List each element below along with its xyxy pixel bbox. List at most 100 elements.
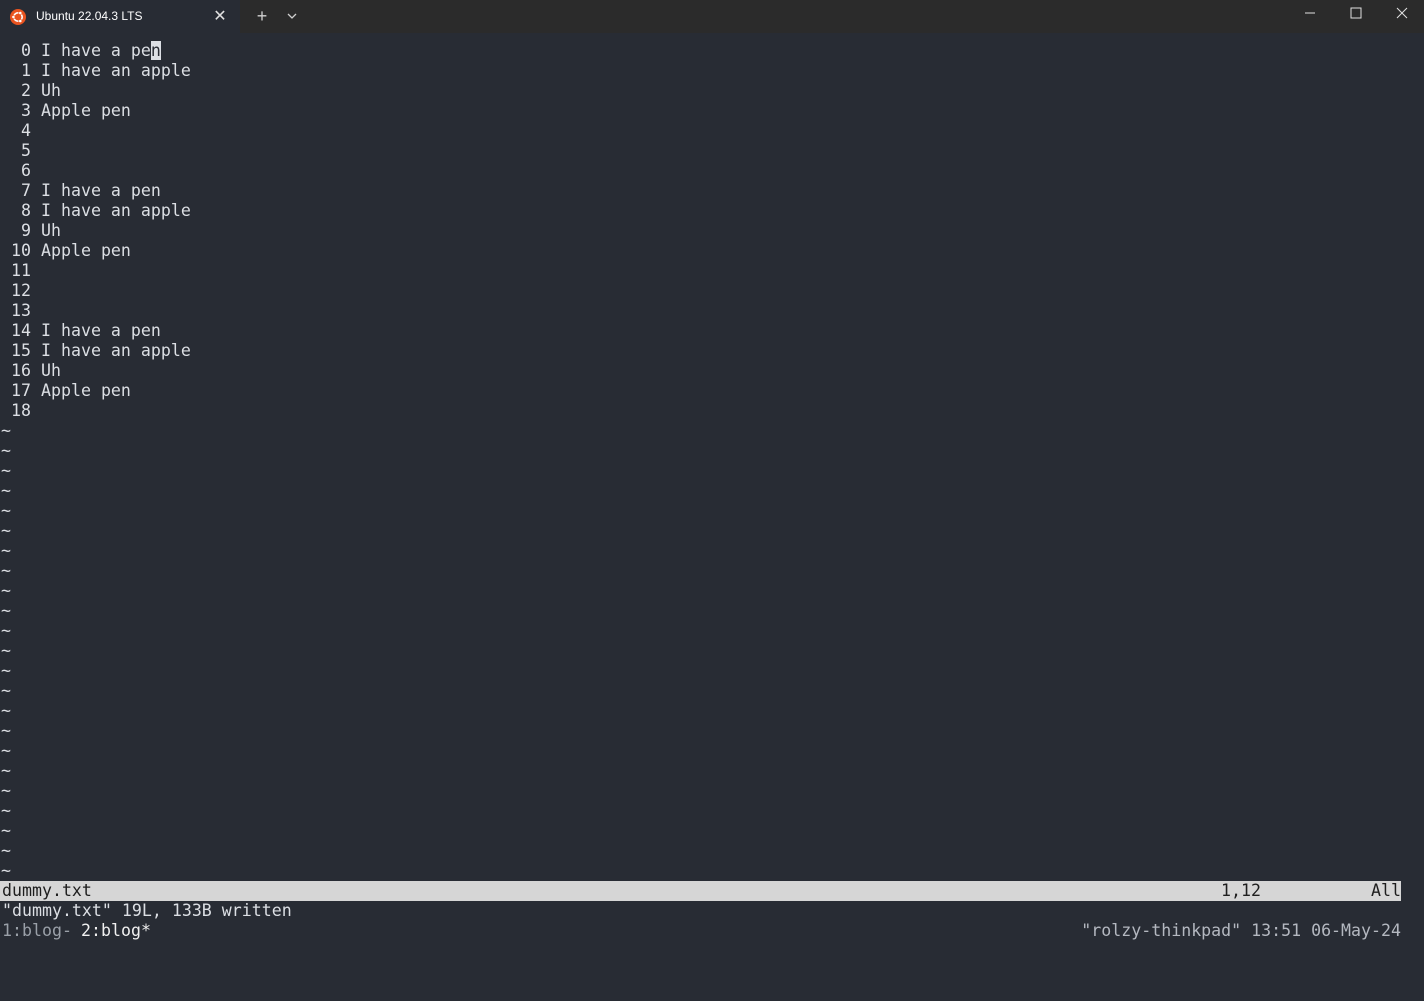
empty-line-tilde: ~ [1,681,11,700]
line-content: I have a pe [41,41,151,60]
buffer-line[interactable]: 9 Uh [0,221,1424,241]
line-number: 12 [11,281,31,300]
line-text: Apple pen [41,381,131,401]
buffer-line[interactable]: 1 I have an apple [0,61,1424,81]
maximize-icon[interactable] [1333,0,1379,30]
line-text: Apple pen [41,241,131,261]
vim-command-line[interactable]: "dummy.txt" 19L, 133B written [2,901,292,921]
line-number: 4 [21,121,31,140]
empty-line-tilde: ~ [1,621,11,640]
buffer-line[interactable]: 18 [0,401,1424,421]
line-number: 10 [11,241,31,260]
buffer-line[interactable]: 12 [0,281,1424,301]
vim-buffer[interactable]: 0 I have a pen 1 I have an apple 2 Uh 3 Apple p… [0,41,1424,881]
buffer-line[interactable]: 6 [0,161,1424,181]
line-number: 17 [11,381,31,400]
empty-line-tilde: ~ [1,521,11,540]
buffer-line[interactable]: 3 Apple pen [0,101,1424,121]
line-number: 5 [21,141,31,160]
line-number: 16 [11,361,31,380]
empty-line-tilde: ~ [1,441,11,460]
line-text: Uh [41,221,61,241]
status-scroll-indicator: All [1371,881,1401,900]
tmux-window-1[interactable]: 1:blog- [2,921,72,941]
window-titlebar: Ubuntu 22.04.3 LTS ✕ + [0,0,1424,33]
empty-line-tilde: ~ [1,581,11,600]
empty-line-tilde: ~ [1,741,11,760]
line-number: 13 [11,301,31,320]
line-number: 2 [21,81,31,100]
line-text: I have an apple [41,201,191,221]
line-number: 3 [21,101,31,120]
vim-statusline: dummy.txt 1,12 All [0,881,1401,901]
buffer-line[interactable]: 16 Uh [0,361,1424,381]
status-cursor-position: 1,12 [1221,881,1261,900]
empty-line-tilde: ~ [1,701,11,720]
line-content: I have an apple [41,341,191,360]
buffer-line[interactable]: 11 [0,261,1424,281]
line-number: 0 [21,41,31,60]
empty-line-tilde: ~ [1,821,11,840]
tab-title: Ubuntu 22.04.3 LTS [36,9,143,23]
line-content: I have a pen [41,181,161,200]
window-close-icon[interactable] [1379,0,1424,30]
line-content: Apple pen [41,241,131,260]
line-content: Uh [41,361,61,380]
buffer-line[interactable]: 7 I have a pen [0,181,1424,201]
line-number: 18 [11,401,31,420]
buffer-line[interactable]: 10 Apple pen [0,241,1424,261]
line-content: I have an apple [41,61,191,80]
empty-line-tilde: ~ [1,781,11,800]
empty-line-tilde: ~ [1,421,11,440]
empty-line-tilde: ~ [1,481,11,500]
tmux-host-clock: "rolzy-thinkpad" 13:51 06-May-24 [1081,921,1401,940]
buffer-line[interactable]: 4 [0,121,1424,141]
buffer-line[interactable]: 2 Uh [0,81,1424,101]
line-text: Apple pen [41,101,131,121]
close-icon[interactable]: ✕ [210,7,230,27]
line-text: I have a pen [41,181,161,201]
minimize-icon[interactable] [1287,0,1333,30]
line-text: I have an apple [41,341,191,361]
empty-line-tilde: ~ [1,841,11,860]
tmux-status-bar: 1:blog- 2:blog* "rolzy-thinkpad" 13:51 0… [0,921,1401,941]
line-number: 15 [11,341,31,360]
line-number: 1 [21,61,31,80]
empty-line-tilde: ~ [1,761,11,780]
buffer-line[interactable]: 13 [0,301,1424,321]
chevron-down-icon[interactable] [282,5,302,27]
buffer-line[interactable]: 15 I have an apple [0,341,1424,361]
buffer-line[interactable]: 5 [0,141,1424,161]
empty-line-tilde: ~ [1,661,11,680]
line-text: Uh [41,81,61,101]
line-content: I have a pen [41,321,161,340]
buffer-line[interactable]: 0 I have a pen [0,41,1424,61]
empty-line-tilde: ~ [1,721,11,740]
line-content: Apple pen [41,101,131,120]
plus-icon[interactable]: + [250,5,274,27]
line-text: I have an apple [41,61,191,81]
empty-line-tilde: ~ [1,801,11,820]
line-number: 11 [11,261,31,280]
line-content: Uh [41,81,61,100]
line-number: 9 [21,221,31,240]
empty-line-tilde: ~ [1,641,11,660]
line-number: 6 [21,161,31,180]
empty-line-tilde: ~ [1,541,11,560]
tmux-window-2[interactable]: 2:blog* [81,921,151,941]
line-text: I have a pen [41,321,161,341]
buffer-line[interactable]: 17 Apple pen [0,381,1424,401]
empty-line-tilde: ~ [1,561,11,580]
buffer-line[interactable]: 14 I have a pen [0,321,1424,341]
empty-line-tilde: ~ [1,501,11,520]
status-filename: dummy.txt [2,881,92,900]
line-number: 8 [21,201,31,220]
line-content: Uh [41,221,61,240]
line-text: Uh [41,361,61,381]
line-number: 7 [21,181,31,200]
line-content: Apple pen [41,381,131,400]
empty-line-tilde: ~ [1,861,11,880]
buffer-line[interactable]: 8 I have an apple [0,201,1424,221]
terminal-tab[interactable]: Ubuntu 22.04.3 LTS ✕ [0,0,240,33]
text-cursor: n [150,41,161,60]
